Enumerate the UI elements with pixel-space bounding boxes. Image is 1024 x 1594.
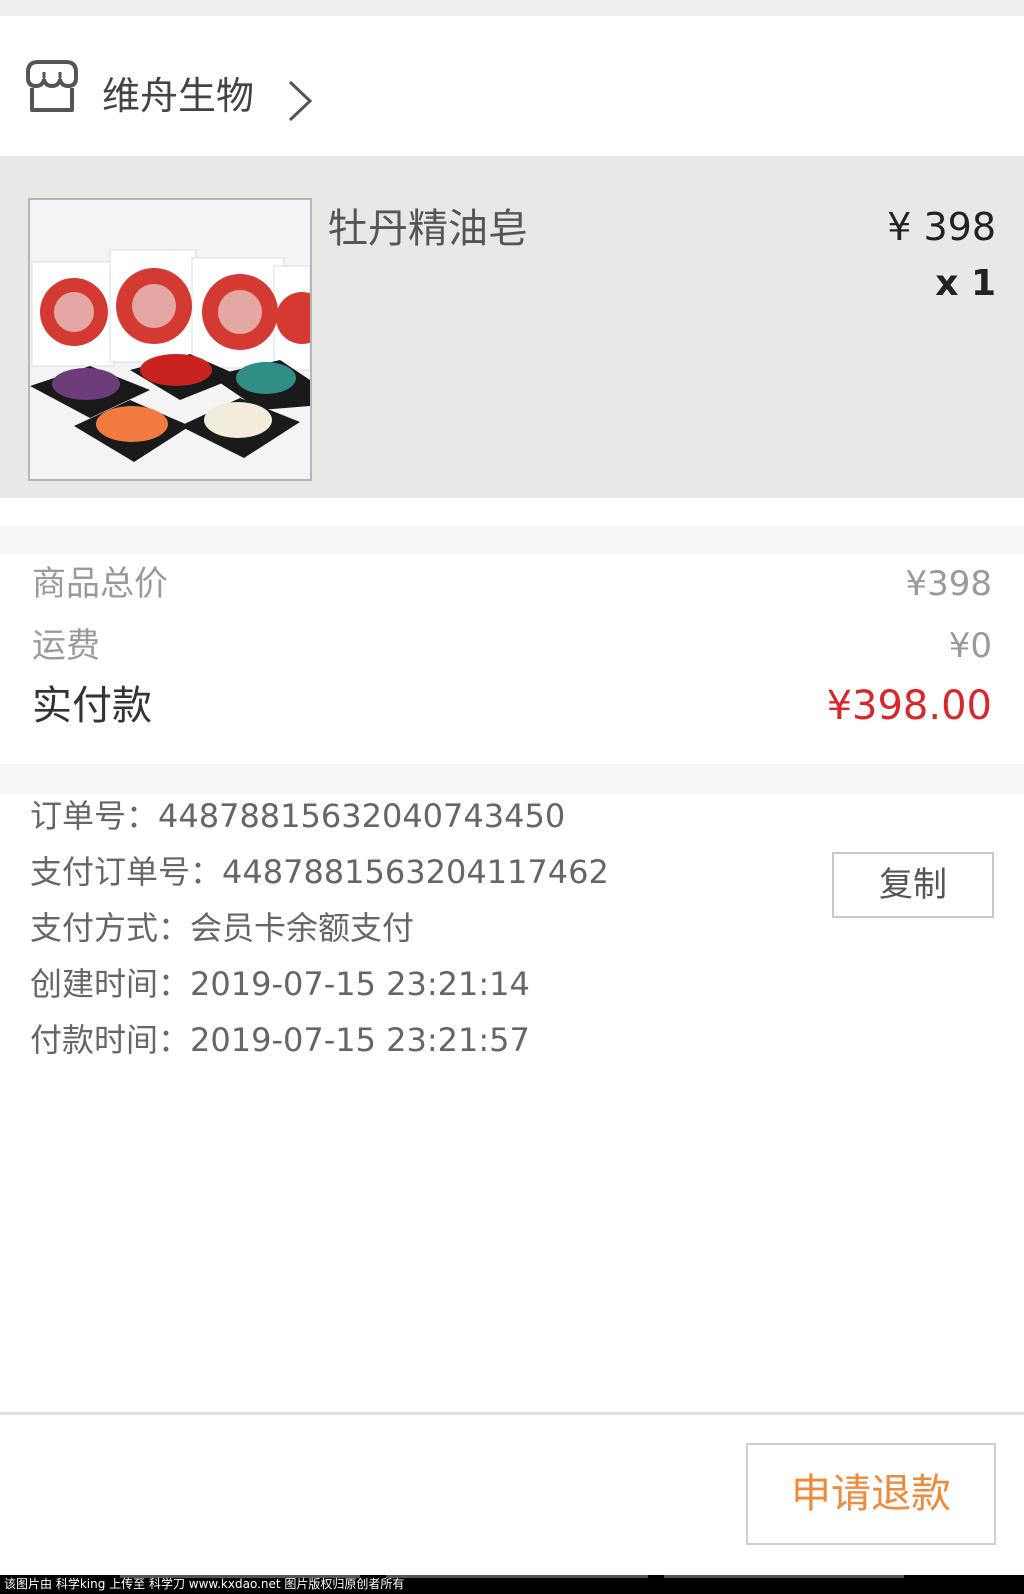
shop-icon	[26, 60, 78, 112]
section-gap	[0, 764, 1024, 794]
copy-button[interactable]: 复制	[832, 852, 994, 918]
product-quantity: x 1	[935, 263, 996, 304]
pay-order-number: 支付订单号：4487881563204117462	[30, 853, 609, 891]
pay-method: 支付方式：会员卡余额支付	[30, 909, 415, 947]
created-time: 创建时间：2019-07-15 23:21:14	[30, 965, 530, 1003]
footer-segment	[664, 1575, 904, 1578]
order-info: 订单号：448788156320407434​50 支付订单号：44878815…	[0, 794, 1024, 1414]
bottom-action-bar: 申请退款	[0, 1415, 1024, 1575]
shipping-value: ¥0	[948, 626, 992, 666]
goods-total-label: 商品总价	[32, 564, 168, 604]
store-header[interactable]: 维舟生物	[0, 16, 1024, 156]
goods-total-value: ¥398	[905, 564, 992, 604]
product-name: 牡丹精油皂	[328, 206, 528, 252]
chevron-right-icon	[288, 80, 313, 122]
paid-value: ¥398.00	[826, 683, 992, 729]
paid-label: 实付款	[32, 683, 152, 729]
watermark-footer: 该图片由 科学king 上传至 科学刀 www.kxdao.net 图片版权归原…	[0, 1575, 1024, 1594]
store-name: 维舟生物	[102, 74, 255, 118]
top-gap	[0, 0, 1024, 16]
order-number: 订单号：448788156320407434​50	[30, 797, 566, 835]
paid-time: 付款时间：2019-07-15 23:21:57	[30, 1021, 530, 1059]
footer-segment	[386, 1575, 648, 1578]
product-price: ¥ 398	[887, 205, 996, 249]
price-summary: 商品总价 ¥398 运费 ¥0 实付款 ¥398.00	[0, 554, 1024, 764]
product-image	[28, 198, 312, 481]
refund-button[interactable]: 申请退款	[746, 1443, 996, 1545]
watermark-text: 该图片由 科学king 上传至 科学刀 www.kxdao.net 图片版权归原…	[4, 1577, 405, 1591]
section-gap	[0, 526, 1024, 554]
product-item[interactable]: 牡丹精油皂 ¥ 398 x 1	[0, 156, 1024, 498]
section-gap	[0, 498, 1024, 526]
shipping-label: 运费	[32, 626, 100, 666]
